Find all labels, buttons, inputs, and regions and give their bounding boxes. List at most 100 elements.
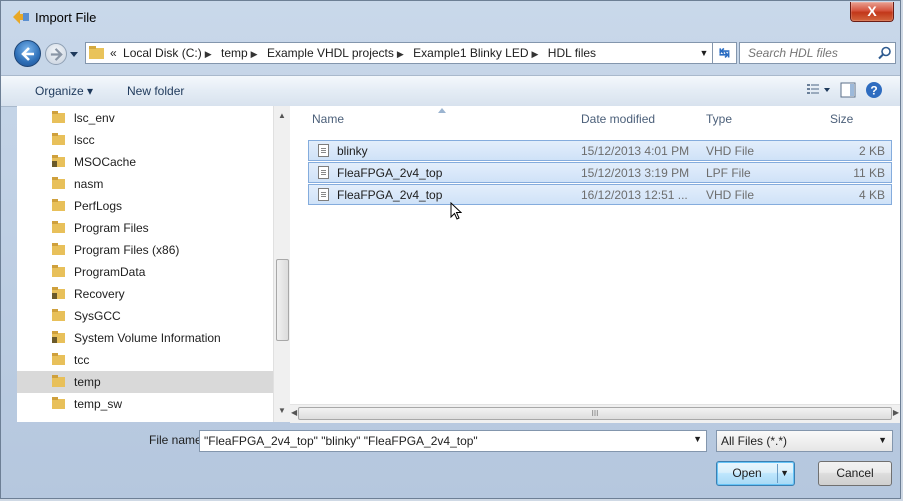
breadcrumb-overflow[interactable]: « [110, 46, 117, 60]
nav-item-label: nasm [74, 177, 104, 191]
document-icon [318, 166, 329, 179]
column-header-size[interactable]: Size [830, 112, 853, 126]
nav-item-perflogs[interactable]: PerfLogs [17, 195, 273, 217]
nav-item-program-files[interactable]: Program Files [17, 217, 273, 239]
nav-item-sysgcc[interactable]: SysGCC [17, 305, 273, 327]
nav-item-label: lsc_env [74, 111, 115, 125]
nav-item-label: MSOCache [74, 155, 137, 169]
search-input[interactable] [746, 45, 870, 61]
locked-folder-icon [52, 155, 65, 167]
file-date: 15/12/2013 3:19 PM [581, 166, 690, 180]
folder-icon [52, 177, 65, 189]
nav-item-programdata[interactable]: ProgramData [17, 261, 273, 283]
nav-item-temp-sw[interactable]: temp_sw [17, 393, 273, 415]
close-button[interactable]: X [850, 2, 894, 22]
refresh-button[interactable]: ↹ [713, 42, 737, 64]
help-icon[interactable]: ? [865, 81, 883, 99]
nav-item-lscc[interactable]: lscc [17, 129, 273, 151]
address-row: « Local Disk (C:) ▶ temp ▶ Example VHDL pr… [1, 39, 900, 69]
breadcrumb-hdl-files[interactable]: HDL files [548, 46, 596, 60]
locked-folder-icon [52, 287, 65, 299]
back-button[interactable] [14, 40, 41, 67]
document-icon [318, 144, 329, 157]
open-button[interactable]: Open ▼ [716, 461, 795, 486]
file-type-filter[interactable]: All Files (*.*) ▼ [716, 430, 893, 452]
nav-item-label: Recovery [74, 287, 125, 301]
change-view-icon[interactable] [806, 81, 832, 99]
file-size: 2 KB [858, 144, 885, 158]
sort-ascending-icon [438, 108, 446, 113]
folder-icon [52, 265, 65, 277]
folder-icon [52, 221, 65, 233]
nav-item-label: Program Files (x86) [74, 243, 180, 257]
navigation-pane: lsc_envlscc MSOCache nasm PerfLogs Program F… [17, 106, 273, 422]
file-name-field[interactable]: "FleaFPGA_2v4_top" "blinky" "FleaFPGA_2v… [199, 430, 707, 452]
window-title: Import File [35, 10, 97, 25]
nav-item-system-volume-information[interactable]: System Volume Information [17, 327, 273, 349]
nav-item-program-files-x86-[interactable]: Program Files (x86) [17, 239, 273, 261]
nav-item-msocache[interactable]: MSOCache [17, 151, 273, 173]
nav-item-label: SysGCC [74, 309, 121, 323]
file-list-horizontal-scrollbar[interactable]: ◀ III ▶ [290, 404, 900, 423]
breadcrumb-local-disk[interactable]: Local Disk (C:) [123, 46, 202, 60]
nav-item-temp[interactable]: temp [17, 371, 273, 393]
filter-dropdown-icon[interactable]: ▼ [878, 435, 887, 445]
open-button-label[interactable]: Open [717, 462, 777, 485]
column-header-name[interactable]: Name [312, 112, 344, 126]
file-size: 4 KB [858, 188, 885, 202]
import-file-dialog: Import File X « Local Disk (C:)▶ temp▶ [0, 0, 901, 499]
breadcrumb-arrow-icon[interactable]: ▶ [205, 49, 212, 60]
nav-item-nasm[interactable]: nasm [17, 173, 273, 195]
open-options-dropdown-icon[interactable]: ▼ [780, 462, 789, 485]
nav-item-label: ProgramData [74, 265, 146, 279]
file-name: FleaFPGA_2v4_top [337, 166, 443, 180]
scroll-thumb[interactable]: III [298, 407, 892, 420]
scroll-down-icon[interactable]: ▼ [278, 406, 286, 415]
cancel-button[interactable]: Cancel [818, 461, 892, 486]
address-bar[interactable]: « Local Disk (C:) ▶ temp ▶ Example VHDL pr… [85, 42, 713, 64]
scroll-right-icon[interactable]: ▶ [893, 408, 899, 417]
folder-icon [52, 397, 65, 409]
file-row[interactable]: FleaFPGA_2v4_top 15/12/2013 3:19 PM LPF … [308, 162, 892, 183]
file-name-value[interactable]: "FleaFPGA_2v4_top" "blinky" "FleaFPGA_2v… [204, 434, 478, 448]
file-row[interactable]: blinky 15/12/2013 4:01 PM VHD File 2 KB [308, 140, 892, 161]
forward-button[interactable] [45, 43, 67, 65]
search-box[interactable] [739, 42, 896, 64]
new-folder-button[interactable]: New folder [127, 84, 184, 98]
scroll-up-icon[interactable]: ▲ [278, 111, 286, 120]
folder-icon [52, 111, 65, 123]
nav-item-tcc[interactable]: tcc [17, 349, 273, 371]
file-name: blinky [337, 144, 368, 158]
nav-item-lsc-env[interactable]: lsc_env [17, 107, 273, 129]
history-dropdown-icon[interactable] [69, 49, 79, 59]
nav-item-label: System Volume Information [74, 331, 221, 345]
folder-icon [52, 199, 65, 211]
breadcrumb-example-vhdl-projects[interactable]: Example VHDL projects [267, 46, 394, 60]
scroll-left-icon[interactable]: ◀ [291, 408, 297, 417]
column-header-type[interactable]: Type [706, 112, 732, 126]
nav-item-label: Program Files [74, 221, 149, 235]
title-bar[interactable]: Import File X [1, 1, 900, 33]
breadcrumb-arrow-icon[interactable]: ▶ [251, 49, 258, 60]
nav-item-recovery[interactable]: Recovery [17, 283, 273, 305]
organize-button[interactable]: Organize ▾ [35, 84, 93, 98]
breadcrumb-arrow-icon[interactable]: ▶ [397, 49, 404, 60]
preview-pane-icon[interactable] [839, 81, 857, 99]
file-row[interactable]: FleaFPGA_2v4_top 16/12/2013 12:51 ... VH… [308, 184, 892, 205]
address-dropdown-icon[interactable]: ▼ [696, 43, 712, 63]
search-icon[interactable] [878, 46, 892, 60]
file-type: LPF File [706, 166, 751, 180]
breadcrumb-example1-blinky-led[interactable]: Example1 Blinky LED [413, 46, 528, 60]
file-name-dropdown-icon[interactable]: ▼ [693, 434, 702, 444]
file-size: 11 KB [853, 166, 885, 180]
navigation-scrollbar[interactable]: ▲ ▼ [273, 106, 291, 422]
scroll-thumb[interactable] [276, 259, 289, 341]
nav-item-label: PerfLogs [74, 199, 123, 213]
folder-icon [52, 133, 65, 145]
dialog-footer: File name: "FleaFPGA_2v4_top" "blinky" "… [1, 423, 900, 500]
mouse-cursor-icon [450, 202, 462, 220]
back-arrow-icon [21, 47, 34, 61]
breadcrumb-temp[interactable]: temp [221, 46, 248, 60]
column-header-date-modified[interactable]: Date modified [581, 112, 655, 126]
breadcrumb-arrow-icon[interactable]: ▶ [532, 49, 539, 60]
